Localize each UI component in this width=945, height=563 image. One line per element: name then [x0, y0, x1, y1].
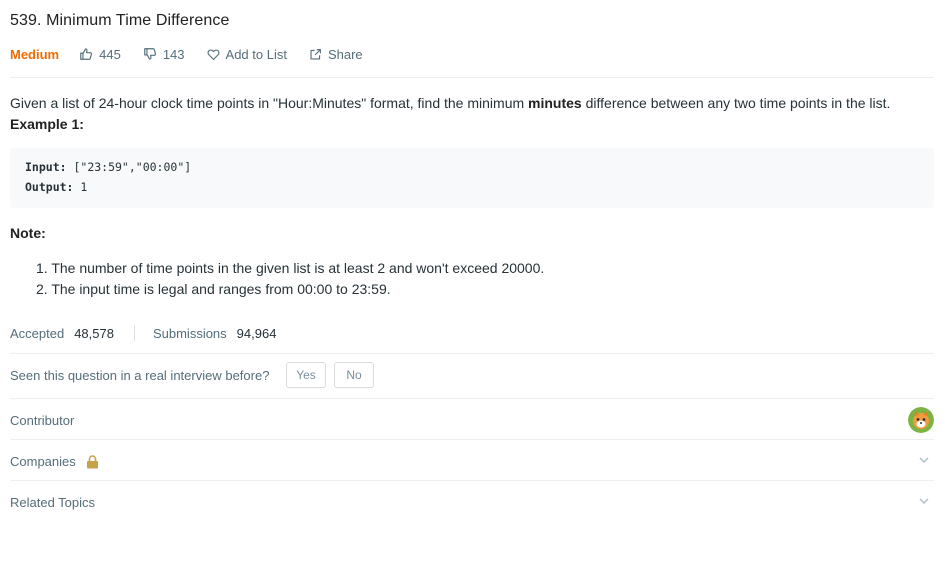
input-value: ["23:59","00:00"] — [66, 160, 192, 174]
note-item: 1. The number of time points in the give… — [36, 260, 545, 276]
example-input-line: Input: ["23:59","00:00"] — [25, 160, 191, 174]
accepted-value: 48,578 — [74, 325, 114, 341]
note-title: Note: — [10, 225, 46, 241]
companies-section[interactable]: Companies — [10, 454, 99, 469]
divider — [10, 353, 934, 354]
submissions-value: 94,964 — [236, 325, 277, 341]
accepted-label: Accepted — [10, 325, 65, 341]
stats-separator — [133, 325, 135, 341]
difficulty-badge: Medium — [10, 46, 60, 62]
problem-title: 539. Minimum Time Difference — [10, 12, 230, 29]
input-label: Input: — [25, 160, 67, 174]
submission-stats: Accepted 48,578 Submissions 94,964 — [10, 325, 276, 341]
divider — [10, 480, 934, 481]
problem-meta-bar: Medium 445 143 Add to List Share — [10, 45, 385, 63]
heart-icon — [207, 48, 220, 60]
related-topics-section[interactable]: Related Topics — [10, 495, 95, 510]
related-topics-label: Related Topics — [10, 495, 96, 510]
output-value: 1 — [73, 180, 88, 194]
like-count: 445 — [99, 46, 121, 62]
contributor-label: Contributor — [10, 413, 75, 428]
statement-bold: minutes — [528, 95, 582, 111]
chevron-down-icon[interactable] — [918, 455, 930, 465]
share-label: Share — [327, 46, 363, 62]
example-code-block: Input: ["23:59","00:00"] Output: 1 — [10, 148, 934, 208]
thumbs-down-icon — [144, 48, 156, 60]
dislike-count: 143 — [162, 46, 185, 62]
chevron-down-icon[interactable] — [918, 496, 930, 506]
interview-no-button[interactable]: No — [334, 362, 374, 388]
contributor-section[interactable]: Contributor — [10, 413, 74, 428]
note-item: 2. The input time is legal and ranges fr… — [36, 281, 391, 297]
avatar — [908, 407, 934, 433]
problem-description-panel: 539. Minimum Time Difference Medium 445 … — [0, 0, 945, 563]
note-list: 1. The number of time points in the give… — [36, 260, 544, 302]
submissions-label: Submissions — [152, 325, 227, 341]
lock-icon — [86, 454, 98, 468]
thumbs-up-icon — [80, 48, 93, 60]
divider — [10, 77, 934, 78]
like-button[interactable]: 445 — [79, 47, 121, 62]
statement-text-2: difference between any two time points i… — [581, 95, 891, 111]
example-title: Example 1: — [10, 116, 84, 132]
divider — [10, 398, 934, 399]
share-icon — [310, 48, 321, 60]
interview-question: Seen this question in a real interview b… — [10, 368, 270, 383]
add-to-list-label: Add to List — [225, 46, 287, 62]
add-to-list-button[interactable]: Add to List — [207, 47, 287, 62]
divider — [10, 439, 934, 440]
output-label: Output: — [25, 180, 74, 194]
dislike-button[interactable]: 143 — [143, 47, 185, 62]
example-output-line: Output: 1 — [25, 180, 87, 194]
contributor-avatar[interactable] — [908, 407, 934, 433]
companies-label: Companies — [10, 454, 76, 469]
share-button[interactable]: Share — [309, 47, 363, 62]
problem-statement: Given a list of 24-hour clock time point… — [10, 95, 890, 111]
statement-text-1: Given a list of 24-hour clock time point… — [10, 95, 529, 111]
interview-yes-button[interactable]: Yes — [286, 362, 326, 388]
